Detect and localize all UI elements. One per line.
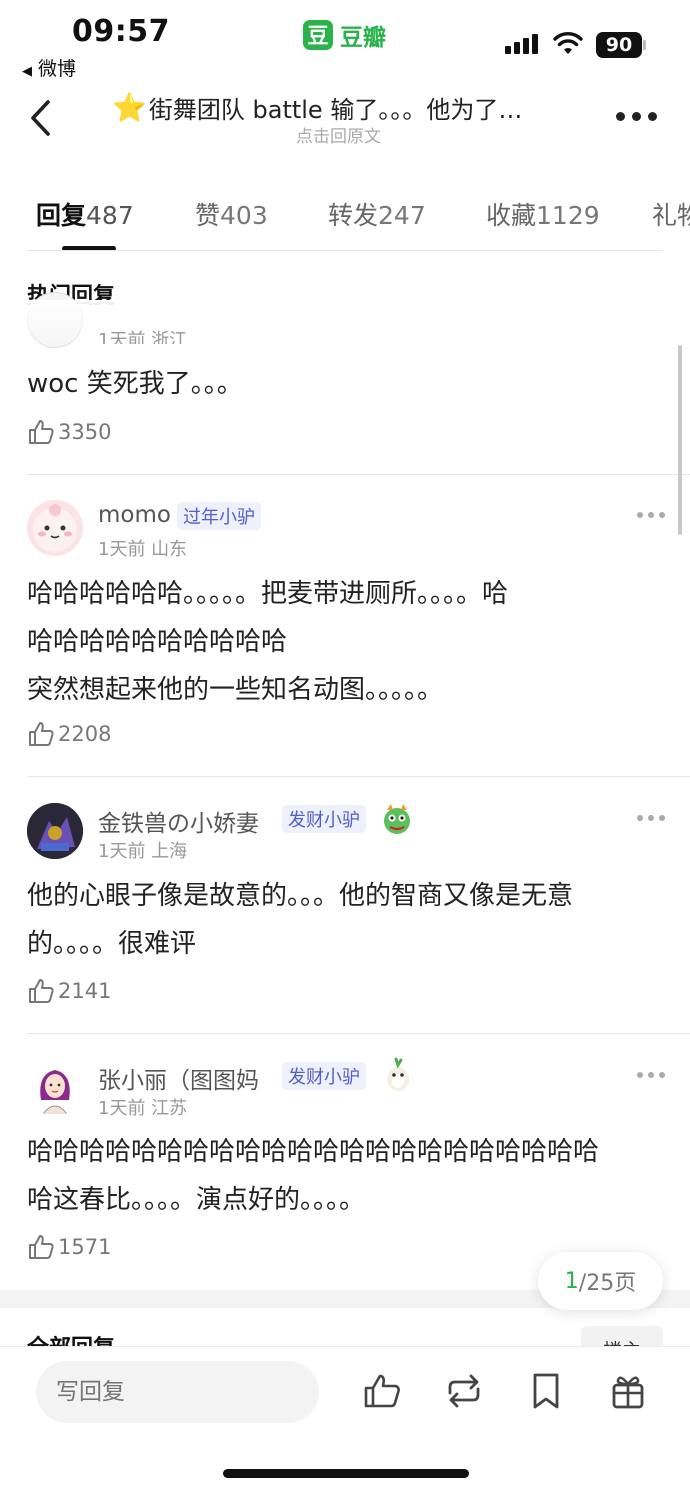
thumbs-up-icon	[29, 420, 54, 444]
bottom-action-bar	[0, 1346, 690, 1493]
comment-line: 哈这春比。。。。演点好的。。。。	[27, 1185, 366, 1215]
tab-reposts[interactable]: 转发247	[328, 196, 426, 232]
back-triangle-icon: ◀	[22, 64, 32, 79]
username[interactable]: momo	[98, 502, 171, 528]
home-indicator	[223, 1469, 469, 1478]
comment-line: 哈哈哈哈哈哈。。。。。把麦带进厕所。。。。哈	[27, 579, 509, 609]
like-count: 1571	[58, 1235, 112, 1259]
divider	[27, 1033, 690, 1034]
like-button[interactable]: 2208	[27, 720, 111, 748]
divider	[27, 250, 663, 251]
thumbs-up-icon	[29, 979, 54, 1003]
back-chevron-icon[interactable]	[24, 96, 64, 140]
comment-meta: 1天前 上海	[98, 841, 188, 862]
wifi-icon	[553, 32, 583, 54]
comment-meta: 1天前 山东	[98, 539, 188, 560]
more-options-icon[interactable]	[616, 112, 657, 121]
user-badge[interactable]: 发财小驴	[282, 805, 366, 833]
tab-favorites-label: 收藏	[486, 201, 537, 230]
scrollbar[interactable]	[678, 345, 682, 535]
tab-replies-count: 487	[86, 201, 134, 230]
tab-reposts-count: 247	[378, 201, 426, 230]
app-name: 豆瓣	[340, 25, 386, 51]
like-button[interactable]: 2141	[27, 977, 111, 1005]
reply-input[interactable]	[36, 1361, 319, 1423]
cellular-signal-icon	[505, 34, 538, 54]
username[interactable]: 张小丽（图图妈	[98, 1061, 259, 1095]
tab-replies-label: 回复	[36, 201, 87, 230]
user-badge[interactable]: 过年小驴	[177, 502, 261, 530]
back-app-label: 微博	[38, 58, 77, 80]
status-bar: 09:57 ◀ 微博 豆 豆瓣 90	[0, 0, 690, 80]
gift-icon[interactable]	[608, 1371, 648, 1411]
user-badge[interactable]: 发财小驴	[282, 1062, 366, 1090]
comment-meta: 1天前 江苏	[98, 1098, 188, 1119]
total-pages: /25页	[578, 1271, 637, 1296]
sort-button[interactable]: 楼主	[581, 1326, 663, 1348]
like-button[interactable]: 1571	[27, 1233, 111, 1261]
username[interactable]: 金铁兽の小娇妻	[98, 804, 259, 838]
tab-likes[interactable]: 赞403	[195, 196, 268, 232]
star-icon: ⭐	[112, 91, 147, 124]
douban-logo-icon: 豆	[303, 20, 333, 50]
comment-more-icon[interactable]	[637, 815, 665, 821]
status-time: 09:57	[72, 14, 170, 49]
tab-replies[interactable]: 回复487	[36, 196, 134, 232]
comment-text: woc 笑死我了。。。	[27, 369, 243, 399]
comment-meta: 1天前 浙江	[98, 330, 188, 344]
comment-line: 突然想起来他的一些知名动图。。。。。	[27, 675, 444, 705]
comment-text: 他的心眼子像是故意的。。。他的智商又像是无意 的。。。。很难评	[27, 872, 667, 968]
tab-favorites-count: 1129	[536, 201, 600, 230]
divider	[27, 776, 690, 777]
page-title-text: 街舞团队 battle 输了。。。他为了…	[148, 96, 523, 124]
thumbs-up-icon	[29, 1235, 54, 1259]
comment-more-icon[interactable]	[637, 1072, 665, 1078]
thumbs-up-icon[interactable]	[362, 1371, 402, 1411]
tab-favorites[interactable]: 收藏1129	[486, 196, 600, 232]
battery-nub	[643, 40, 646, 50]
like-count: 2141	[58, 979, 112, 1003]
snake-emoji-icon	[387, 1057, 409, 1091]
dragon-emoji-icon	[384, 804, 410, 834]
comment-text: 哈哈哈哈哈哈。。。。。把麦带进厕所。。。。哈 哈哈哈哈哈哈哈哈哈哈 突然想起来他…	[27, 570, 667, 714]
comment-line: 他的心眼子像是故意的。。。他的智商又像是无意	[27, 881, 574, 911]
comment-line: 的。。。。很难评	[27, 929, 197, 959]
tab-gifts[interactable]: 礼物	[652, 196, 690, 232]
comment-line: 哈哈哈哈哈哈哈哈哈哈	[27, 627, 288, 657]
tab-likes-count: 403	[220, 201, 268, 230]
battery-icon: 90	[596, 32, 642, 58]
comment-more-icon[interactable]	[637, 512, 665, 518]
current-page: 1	[564, 1268, 579, 1294]
bookmark-icon[interactable]	[526, 1371, 566, 1411]
thumbs-up-icon	[29, 722, 54, 746]
avatar[interactable]	[27, 1060, 83, 1116]
like-count: 2208	[58, 722, 112, 746]
avatar[interactable]	[27, 500, 83, 556]
avatar[interactable]	[27, 803, 83, 859]
repost-icon[interactable]	[444, 1371, 484, 1411]
like-count: 3350	[58, 420, 112, 444]
page-title[interactable]: ⭐ 街舞团队 battle 输了。。。他为了…	[112, 90, 582, 125]
back-to-app-link[interactable]: ◀ 微博	[22, 54, 76, 81]
divider	[27, 474, 690, 475]
like-button[interactable]: 3350	[27, 418, 111, 446]
comment-text: 哈哈哈哈哈哈哈哈哈哈哈哈哈哈哈哈哈哈哈哈哈哈 哈这春比。。。。演点好的。。。。	[27, 1128, 667, 1224]
tab-reposts-label: 转发	[328, 201, 379, 230]
page-indicator[interactable]: 1/25页	[538, 1252, 663, 1310]
app-indicator: 豆 豆瓣	[303, 18, 386, 52]
tab-gifts-label: 礼物	[652, 201, 690, 230]
tab-likes-label: 赞	[195, 201, 221, 230]
comment-line: 哈哈哈哈哈哈哈哈哈哈哈哈哈哈哈哈哈哈哈哈哈哈	[27, 1137, 600, 1167]
back-to-original-link[interactable]: 点击回原文	[296, 122, 381, 147]
tab-bar: 回复487 赞403 转发247 收藏1129 礼物	[0, 190, 690, 251]
